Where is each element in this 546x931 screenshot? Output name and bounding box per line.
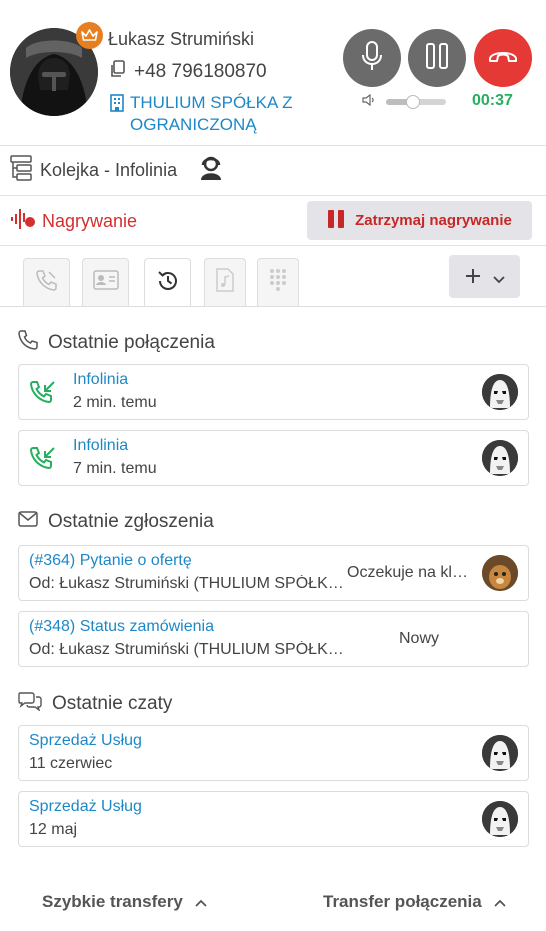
recent-chat-item[interactable]: Sprzedaż Usług 11 czerwiec (18, 725, 529, 781)
chat-bubbles-icon (18, 691, 42, 717)
microphone-icon (361, 40, 383, 76)
copy-icon[interactable] (110, 60, 126, 84)
ticket-from: Od: Łukasz Strumiński (THULIUM SPÓŁKA Z … (29, 641, 344, 658)
recent-calls-header: Ostatnie połączenia (18, 330, 215, 356)
stormtrooper-avatar (482, 374, 518, 410)
contact-card-icon (92, 270, 119, 295)
recent-tickets-header: Ostatnie zgłoszenia (18, 511, 214, 533)
recent-chat-item[interactable]: Sprzedaż Usług 12 maj (18, 791, 529, 847)
stop-recording-button[interactable]: Zatrzymaj nagrywanie (307, 201, 532, 240)
ticket-title[interactable]: (#364) Pytanie o ofertę (29, 552, 192, 570)
tab-audio-file[interactable] (204, 258, 246, 306)
recent-ticket-item[interactable]: (#364) Pytanie o ofertę Od: Łukasz Strum… (18, 545, 529, 601)
contact-name: Łukasz Strumiński (108, 29, 255, 49)
ticket-from: Od: Łukasz Strumiński (THULIUM SPÓŁKA Z … (29, 575, 344, 592)
chevron-up-icon (195, 892, 207, 912)
contact-phone-row[interactable]: +48 796180870 (110, 60, 267, 84)
recording-status: Nagrywanie (10, 208, 137, 235)
call-transfer-toggle[interactable]: Transfer połączenia (323, 892, 506, 912)
volume-control[interactable] (362, 93, 446, 111)
chat-title[interactable]: Sprzedaż Usług (29, 798, 142, 816)
hangup-button[interactable] (474, 29, 532, 87)
stormtrooper-avatar (482, 801, 518, 837)
recent-call-item[interactable]: Infolinia 7 min. temu (18, 430, 529, 486)
call-transfer-label[interactable]: Transfer połączenia (323, 892, 482, 912)
recent-call-item[interactable]: Infolinia 2 min. temu (18, 364, 529, 420)
contact-company-row[interactable]: THULIUM SPÓŁKA Z OGRANICZONĄ (110, 92, 310, 136)
recent-calls-title: Ostatnie połączenia (48, 332, 215, 353)
add-dropdown-button[interactable] (449, 255, 520, 298)
incoming-call-icon (29, 379, 57, 412)
chat-date: 11 czerwiec (29, 755, 113, 772)
phone-icon (18, 330, 38, 356)
stop-recording-label[interactable]: Zatrzymaj nagrywanie (355, 212, 512, 229)
recent-call-name[interactable]: Infolinia (73, 371, 128, 389)
queue-info: Kolejka - Infolinia (10, 155, 223, 186)
tabs-baseline (0, 306, 546, 307)
ticket-status: Oczekuje na klienta (347, 564, 471, 581)
hangup-phone-icon (487, 48, 519, 69)
user-avatar (482, 555, 518, 591)
mute-button[interactable] (343, 29, 401, 87)
chat-title[interactable]: Sprzedaż Usług (29, 732, 142, 750)
tab-contact-card[interactable] (82, 258, 129, 306)
recent-ticket-item[interactable]: (#348) Status zamówienia Od: Łukasz Stru… (18, 611, 529, 667)
tab-call[interactable] (23, 258, 70, 306)
recording-wave-icon (10, 208, 36, 235)
stormtrooper-avatar (482, 735, 518, 771)
divider (0, 245, 546, 246)
recent-tickets-title: Ostatnie zgłoszenia (48, 511, 214, 532)
recent-chats-title: Ostatnie czaty (52, 693, 173, 714)
quick-transfers-toggle[interactable]: Szybkie transfery (42, 892, 207, 912)
ticket-title[interactable]: (#348) Status zamówienia (29, 618, 214, 636)
queue-label: Kolejka - Infolinia (40, 160, 178, 180)
keypad-icon (269, 268, 287, 297)
speaker-icon (362, 93, 376, 111)
ticket-status: Nowy (398, 630, 439, 647)
stop-recording-pause-icon (327, 209, 345, 233)
stormtrooper-avatar (482, 440, 518, 476)
audio-file-icon (216, 268, 234, 297)
contact-company[interactable]: THULIUM SPÓŁKA Z OGRANICZONĄ (130, 92, 310, 136)
contact-phone[interactable]: +48 796180870 (134, 61, 267, 83)
chevron-down-icon (492, 264, 505, 290)
chat-date: 12 maj (29, 821, 78, 838)
divider (0, 145, 546, 146)
history-icon (156, 269, 180, 298)
building-icon (110, 94, 124, 136)
recording-label: Nagrywanie (42, 211, 138, 231)
volume-slider-handle[interactable] (406, 95, 420, 109)
call-timer: 00:37 (472, 92, 513, 109)
recent-call-time: 2 min. temu (73, 394, 157, 411)
volume-slider[interactable] (386, 95, 446, 109)
hold-button[interactable] (408, 29, 466, 87)
envelope-icon (18, 511, 38, 533)
tab-history[interactable] (144, 258, 191, 307)
phone-tab-icon (35, 268, 59, 297)
tab-keypad[interactable] (257, 258, 299, 306)
divider (0, 195, 546, 196)
incoming-call-icon (29, 445, 57, 478)
recent-call-time: 7 min. temu (73, 460, 157, 477)
quick-transfers-label[interactable]: Szybkie transfery (42, 892, 183, 912)
recent-chats-header: Ostatnie czaty (18, 691, 172, 717)
plus-icon (465, 264, 481, 290)
agent-headset-icon (199, 155, 223, 186)
crown-icon (76, 22, 103, 49)
queue-tree-icon (10, 155, 32, 186)
recent-call-name[interactable]: Infolinia (73, 437, 128, 455)
chevron-up-icon (494, 892, 506, 912)
pause-icon (425, 42, 449, 74)
